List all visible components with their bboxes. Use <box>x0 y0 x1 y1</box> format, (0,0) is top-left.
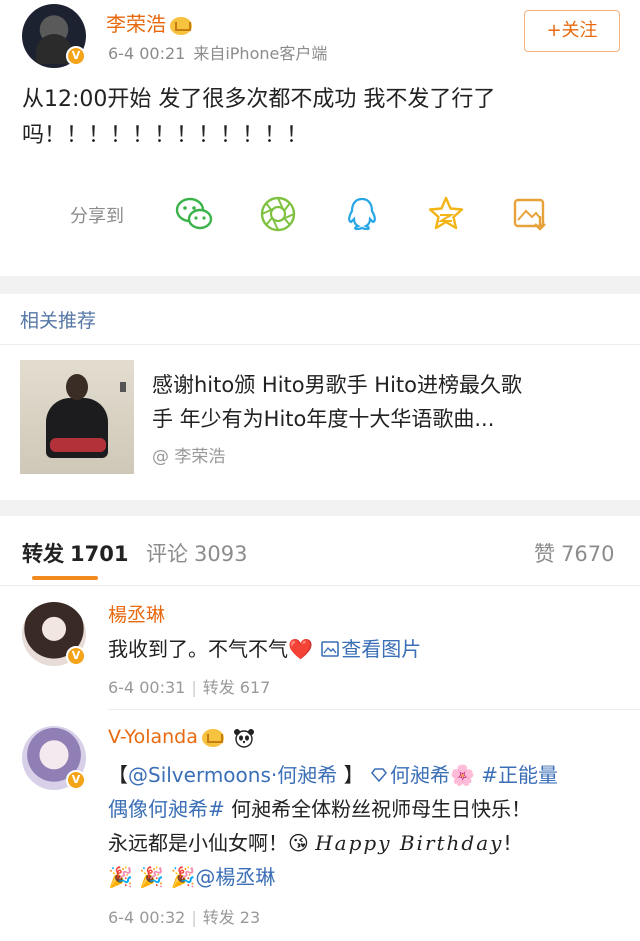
topic-label[interactable]: 何昶希 <box>390 763 450 787</box>
comment-repost[interactable]: 转发 617 <box>203 678 271 697</box>
wechat-icon[interactable] <box>174 194 214 234</box>
kiss-emoji-icon: 😘 <box>288 831 309 855</box>
related-title[interactable]: 感谢hito颁 Hito男歌手 Hito进榜最久歌 手 年少有为Hito年度十大… <box>152 368 622 436</box>
comment-text: 我收到了。不气不气❤️ 查看图片 <box>108 632 618 666</box>
related-source[interactable]: @ 李荣浩 <box>152 442 225 467</box>
post-source: 来自iPhone客户端 <box>193 44 328 63</box>
tab-repost[interactable]: 转发 1701 <box>22 538 128 568</box>
qzone-icon[interactable] <box>426 194 466 234</box>
crown-icon <box>170 16 192 35</box>
mention-link[interactable]: @Silvermoons·何昶希 <box>128 763 337 787</box>
list-item: V 楊丞琳 我收到了。不气不气❤️ 查看图片 6-4 00:31 | 转发 617 <box>0 586 640 710</box>
thumbnail-trophy <box>50 438 106 452</box>
related-thumbnail[interactable] <box>20 360 134 474</box>
comment-line: 永远都是小仙女啊！😘 Happy Birthday! <box>108 826 618 860</box>
thumbnail-person-head <box>66 374 88 400</box>
hashtag-link[interactable]: 偶像何昶希# <box>108 797 225 821</box>
interaction-tabs: 转发 1701 评论 3093 赞 7670 <box>0 516 640 586</box>
comment-meta: 6-4 00:31 | 转发 617 <box>108 674 270 698</box>
list-item: V V-Yolanda 【@Silvermoons·何昶希 】 何昶希🌸 #正能… <box>0 710 640 941</box>
comment-body: 我收到了。不气不气 <box>108 637 288 661</box>
share-label: 分享到 <box>70 206 124 227</box>
meta-divider: | <box>191 678 197 697</box>
tab-comment-count[interactable]: 3093 <box>194 542 247 566</box>
moments-icon[interactable] <box>258 194 298 234</box>
comment-body: 何昶希全体粉丝祝师母生日快乐！ <box>231 797 532 821</box>
tab-repost-count[interactable]: 1701 <box>70 542 128 566</box>
view-image-link[interactable]: 查看图片 <box>313 637 421 661</box>
party-emoji-icon: 🎉 🎉 🎉 <box>108 865 196 889</box>
related-title-line[interactable]: 感谢hito颁 Hito男歌手 Hito进榜最久歌 <box>152 368 622 402</box>
related-heading: 相关推荐 <box>20 310 97 332</box>
view-image-label[interactable]: 查看图片 <box>341 637 421 661</box>
tab-comment[interactable]: 评论 3093 <box>146 538 247 568</box>
mention-link[interactable]: @楊丞琳 <box>195 865 275 889</box>
verified-badge-icon: V <box>66 770 86 790</box>
comment-repost[interactable]: 转发 23 <box>203 908 260 927</box>
comment-line: 🎉 🎉 🎉@楊丞琳 <box>108 860 618 894</box>
divider <box>0 344 640 345</box>
post-time: 6-4 00:21 <box>108 44 186 63</box>
post-text-line: 吗！！！！！！！！！！！！ <box>22 123 309 148</box>
active-tab-indicator <box>32 576 98 580</box>
topic-link[interactable]: 何昶希 <box>370 763 450 787</box>
verified-badge-icon: V <box>66 646 86 666</box>
section-divider <box>0 500 640 516</box>
meta-divider: | <box>191 908 197 927</box>
author-name-text[interactable]: 李荣浩 <box>106 12 166 36</box>
bracket-text: 】 <box>337 763 364 787</box>
comment-meta: 6-4 00:32 | 转发 23 <box>108 904 260 928</box>
section-divider <box>0 276 640 294</box>
comment-line: 偶像何昶希# 何昶希全体粉丝祝师母生日快乐！ <box>108 792 618 826</box>
tab-repost-label[interactable]: 转发 <box>22 542 64 566</box>
post-meta: 6-4 00:21 来自iPhone客户端 <box>108 40 327 64</box>
comment-text: 【@Silvermoons·何昶希 】 何昶希🌸 #正能量 偶像何昶希# 何昶希… <box>108 758 618 894</box>
author-name[interactable]: 李荣浩 <box>106 8 192 37</box>
flower-emoji-icon: 🌸 <box>449 763 475 787</box>
post-text-line: 从12:00开始 发了很多次都不成功 我不发了行了 <box>22 87 496 112</box>
save-image-icon[interactable] <box>510 194 550 234</box>
comment-body: 永远都是小仙女啊！ <box>108 831 288 855</box>
heart-emoji-icon: ❤️ <box>288 637 313 661</box>
bracket-text: 【 <box>108 763 128 787</box>
comment-time: 6-4 00:31 <box>108 678 186 697</box>
follow-button[interactable]: +关注 <box>524 10 620 52</box>
comment-time: 6-4 00:32 <box>108 908 186 927</box>
comment-line: 【@Silvermoons·何昶希 】 何昶希🌸 #正能量 <box>108 758 618 792</box>
commenter-name[interactable]: V-Yolanda <box>108 726 198 748</box>
tab-like-label[interactable]: 赞 <box>534 542 555 566</box>
post-text: 从12:00开始 发了很多次都不成功 我不发了行了 吗！！！！！！！！！！！！ <box>22 82 622 154</box>
weibo-post: V 李荣浩 6-4 00:21 来自iPhone客户端 +关注 从12:00开始 … <box>0 0 640 276</box>
tab-like-count[interactable]: 7670 <box>561 542 614 566</box>
verified-badge-icon: V <box>66 46 86 66</box>
thumbnail-switch <box>120 382 126 392</box>
tab-like[interactable]: 赞 7670 <box>534 538 614 568</box>
related-recommendations: 相关推荐 感谢hito颁 Hito男歌手 Hito进榜最久歌 手 年少有为Hit… <box>0 294 640 500</box>
hashtag-link[interactable]: #正能量 <box>481 763 558 787</box>
comment-body: ! <box>503 831 512 855</box>
qq-icon[interactable] <box>342 194 382 234</box>
birthday-script-text: Happy Birthday <box>315 831 504 855</box>
commenter-name-row[interactable]: V-Yolanda <box>108 726 256 748</box>
tab-comment-label[interactable]: 评论 <box>146 542 188 566</box>
crown-icon <box>201 728 224 747</box>
commenter-name[interactable]: 楊丞琳 <box>108 600 165 627</box>
panda-icon <box>233 728 254 748</box>
diamond-icon <box>370 768 387 783</box>
image-icon <box>321 641 340 657</box>
related-title-line[interactable]: 手 年少有为Hito年度十大华语歌曲... <box>152 402 622 436</box>
